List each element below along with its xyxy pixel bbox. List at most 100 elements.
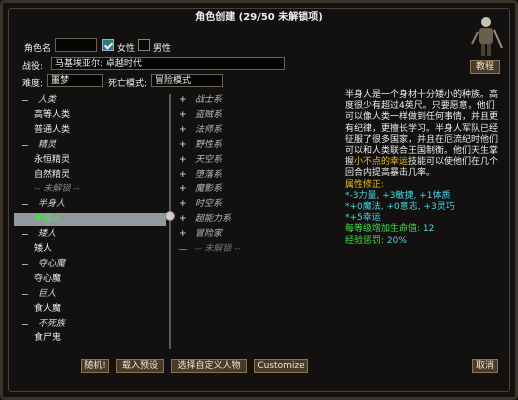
class-category[interactable]: + 冒险家 (175, 228, 335, 241)
female-label: 女性 (117, 44, 136, 54)
random-button[interactable]: 随机! (81, 359, 109, 373)
expand-plus-icon: + (179, 199, 187, 210)
male-label: 男性 (153, 44, 172, 54)
collapse-dash-icon (22, 293, 28, 295)
race-tree-label: 普通人类 (34, 124, 71, 135)
race-tree-scrollbar[interactable] (165, 94, 175, 349)
class-category[interactable]: + 天空系 (175, 154, 335, 167)
collapse-dash-icon (22, 204, 28, 206)
difficulty-label: 难度: (22, 79, 44, 89)
class-tree-label: 战士系 (195, 95, 223, 105)
custom-character-button[interactable]: 选择自定义人物 (171, 359, 247, 373)
collapse-dash-icon (22, 144, 28, 146)
race-tree-label: 永恒精灵 (34, 154, 71, 165)
class-tree-label: -- 未解锁 -- (195, 244, 241, 254)
race-category[interactable]: 精灵 (14, 139, 166, 152)
race-category[interactable]: 半身人 (14, 198, 166, 211)
load-preset-button[interactable]: 载入预设 (116, 359, 164, 373)
race-category[interactable]: 巨人 (14, 288, 166, 301)
race-tree-label: 夺心魔 (34, 273, 62, 284)
class-category[interactable]: + 盗贼系 (175, 109, 335, 122)
class-tree-label: 冒险家 (195, 229, 223, 240)
expand-plus-icon: + (179, 124, 187, 135)
race-tree-label: 矮人 (38, 229, 57, 240)
life-per-level-label: 每等级增加生命值: (345, 224, 421, 235)
stats-line-2: *+0魔法, +0意志, +3灵巧 (345, 202, 455, 213)
class-category[interactable]: + 战士系 (175, 94, 335, 107)
race-tree-label: 夺心魔 (38, 258, 66, 269)
cancel-button[interactable]: 取消 (472, 359, 498, 373)
name-label: 角色名 (24, 44, 52, 54)
expand-plus-icon: + (179, 229, 187, 240)
race-tree-label: 食尸鬼 (34, 333, 62, 344)
expand-plus-icon: + (179, 109, 187, 120)
death-mode-label: 死亡模式: (108, 79, 148, 89)
race-tree-label: 半身人 (34, 214, 62, 225)
name-input[interactable] (55, 38, 97, 52)
race-tree-label: 半身人 (38, 199, 66, 210)
expand-plus-icon: + (179, 169, 187, 180)
race-item[interactable]: 食人魔 (14, 303, 166, 316)
class-category[interactable]: + 魔影系 (175, 183, 335, 196)
collapse-dash-icon (22, 263, 28, 265)
race-description: 半身人是一个身材十分矮小的种族。高度很少有超过4英尺。只要愿意，他们可以像人类一… (345, 90, 501, 247)
class-category[interactable]: + 堕落系 (175, 169, 335, 182)
race-item[interactable]: 永恒精灵 (14, 154, 166, 167)
expand-plus-icon: + (179, 139, 187, 150)
description-luck-term: 小不点的幸运 (354, 157, 409, 168)
class-category[interactable]: + 法师系 (175, 124, 335, 137)
race-category[interactable]: 人类 (14, 94, 166, 107)
race-tree-label: 人类 (38, 95, 57, 105)
class-category[interactable]: + 野性系 (175, 139, 335, 152)
collapse-dash-icon (22, 234, 28, 236)
race-category[interactable]: 矮人 (14, 228, 166, 241)
race-category[interactable]: 夺心魔 (14, 258, 166, 271)
race-item[interactable]: 夺心魔 (14, 273, 166, 286)
race-tree-label: 不死族 (38, 318, 66, 329)
race-category[interactable]: 不死族 (14, 318, 166, 331)
exp-penalty-label: 经验惩罚: (345, 235, 385, 246)
stats-line-1: *-3力量, +3敏捷, +1体质 (345, 190, 451, 201)
class-tree-label: 天空系 (195, 154, 223, 165)
class-category[interactable]: + 超能力系 (175, 213, 335, 226)
life-per-level-value: 12 (422, 224, 435, 235)
campaign-label: 战役: (22, 62, 44, 72)
class-locked-divider: -- 未解锁 -- (175, 243, 335, 256)
expand-plus-icon: + (179, 154, 187, 165)
race-item[interactable]: 食尸鬼 (14, 332, 166, 345)
race-item[interactable]: 普通人类 (14, 124, 166, 137)
customize-button[interactable]: Customize (254, 359, 308, 373)
difficulty-select[interactable]: 噩梦 (47, 74, 103, 87)
race-tree-label: 高等人类 (34, 109, 71, 120)
class-tree-label: 超能力系 (195, 214, 232, 225)
class-category[interactable]: + 时空系 (175, 198, 335, 211)
race-tree-label: 巨人 (38, 288, 57, 299)
race-item[interactable]: 半身人 (14, 213, 166, 227)
expand-plus-icon: + (179, 214, 187, 225)
race-tree-label: -- 未解锁 -- (34, 184, 80, 195)
exp-penalty: 经验惩罚: 20% (345, 236, 501, 247)
class-tree-label: 魔影系 (195, 184, 223, 195)
stats-line-3: *+5幸运 (345, 213, 381, 224)
male-checkbox[interactable] (138, 39, 150, 51)
female-checkbox[interactable] (102, 39, 114, 51)
campaign-select[interactable]: 马基埃亚尔: 卓越时代 (51, 57, 285, 70)
race-item[interactable]: 矮人 (14, 243, 166, 256)
race-tree-label: 精灵 (38, 139, 57, 150)
race-item[interactable]: 自然精灵 (14, 169, 166, 182)
character-portrait (471, 17, 503, 56)
collapse-dash-icon (22, 323, 28, 325)
description-intro: 半身人是一个身材十分矮小的种族。高度很少有超过4英尺。只要愿意，他们可以像人类一… (345, 90, 499, 168)
exp-penalty-value: 20% (386, 235, 407, 246)
expand-plus-icon: + (179, 184, 187, 195)
scrollbar-track (169, 94, 171, 349)
class-tree-label: 时空系 (195, 199, 223, 210)
race-tree-label: 自然精灵 (34, 169, 71, 180)
race-item[interactable]: 高等人类 (14, 109, 166, 122)
race-tree-label: 矮人 (34, 244, 53, 254)
race-tree: 人类 高等人类 普通人类 精灵 永恒精灵 自然精灵 -- 未解锁 -- 半身人 半身人 矮人 矮人夺… (14, 94, 166, 349)
tutorial-button[interactable]: 教程 (470, 60, 500, 74)
death-mode-select[interactable]: 冒险模式 (151, 74, 223, 87)
scrollbar-thumb[interactable] (165, 211, 175, 221)
collapse-dash-icon (22, 100, 28, 101)
